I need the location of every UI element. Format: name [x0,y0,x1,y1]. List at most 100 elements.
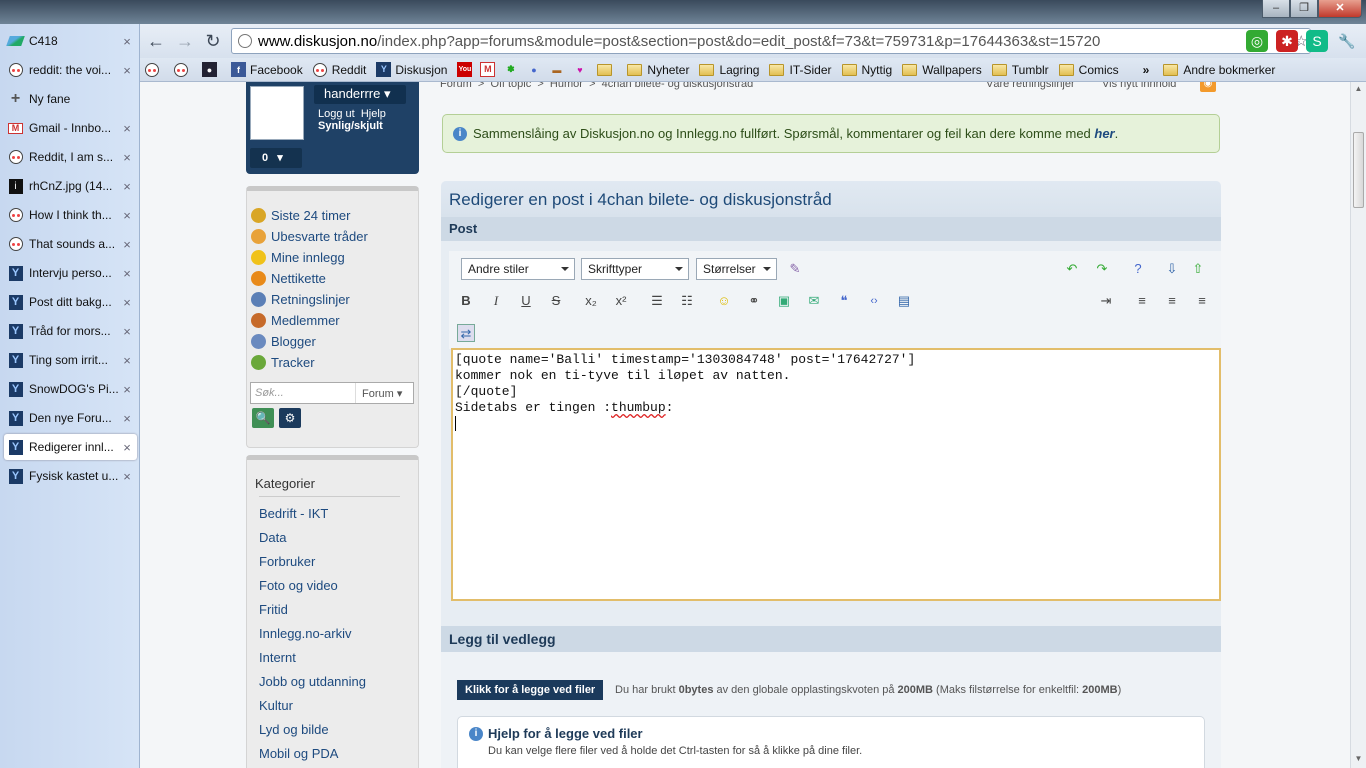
bookmark-burger-icon[interactable]: ▬ [549,62,568,77]
crumb-forum[interactable]: Forum [440,82,472,90]
emoticon-icon[interactable]: ☺ [715,292,733,310]
bookmark-folder-comics[interactable]: Comics [1058,63,1119,77]
bookmark-green-icon[interactable]: ✽ [503,62,522,77]
tab-item[interactable]: Y Ting som irrit... × [4,347,137,373]
close-tab-icon[interactable]: × [121,266,133,281]
attach-files-button[interactable]: Klikk for å legge ved filer [457,680,604,700]
superscript-icon[interactable]: x² [612,292,630,310]
address-bar[interactable]: www.diskusjon.no/index.php?app=forums&mo… [231,28,1311,54]
crumb-off-topic[interactable]: Off topic [490,82,531,90]
category-link[interactable]: Internt [247,650,418,674]
category-link[interactable]: Bedrift - IKT [247,506,418,530]
close-tab-icon[interactable]: × [121,382,133,397]
bookmark-folder-nyttig[interactable]: Nyttig [841,63,892,77]
nav-link[interactable]: Mine innlegg [251,247,418,268]
close-tab-icon[interactable]: × [121,179,133,194]
category-link[interactable]: Innlegg.no-arkiv [247,626,418,650]
notification-count-dropdown[interactable]: 0 ▾ [250,148,302,168]
bookmark-facebook[interactable]: f Facebook [231,62,303,77]
stumbleupon-icon[interactable]: S [1306,30,1328,52]
rss-icon[interactable]: ◉ [1200,82,1216,92]
tab-item[interactable]: Reddit, I am s... × [4,144,137,170]
align-center-icon[interactable]: ≡ [1163,292,1181,310]
bookmark-folder-wallpapers[interactable]: Wallpapers [902,63,982,77]
avatar[interactable] [250,86,304,140]
tab-item[interactable]: reddit: the voi... × [4,57,137,83]
bookmark-blue-icon[interactable]: ● [526,62,545,77]
maximize-button[interactable]: ❐ [1290,0,1318,18]
category-link[interactable]: Mobil og PDA [247,746,418,768]
close-tab-icon[interactable]: × [121,237,133,252]
close-tab-icon[interactable]: × [121,121,133,136]
bold-icon[interactable]: B [457,292,475,310]
redo-icon[interactable]: ↷ [1093,260,1111,278]
new-content-link[interactable]: Vis nytt innhold [1102,82,1176,90]
toggle-editor-icon[interactable]: ⇄ [457,324,475,342]
notice-link[interactable]: her [1094,126,1114,141]
extension-icon-green[interactable]: ◎ [1246,30,1268,52]
close-tab-icon[interactable]: × [121,150,133,165]
nav-link[interactable]: Nettikette [251,268,418,289]
help-link[interactable]: Hjelp [361,108,386,120]
post-textarea[interactable]: [quote name='Balli' timestamp='130308474… [451,348,1221,601]
extension-icon-red[interactable]: ✱ [1276,30,1298,52]
email-icon[interactable]: ✉ [805,292,823,310]
undo-icon[interactable]: ↶ [1063,260,1081,278]
close-tab-icon[interactable]: × [121,353,133,368]
search-scope-select[interactable]: Forum ▾ [355,383,413,403]
tab-item[interactable]: Y Fysisk kastet u... × [4,463,137,489]
bookmark-dark-icon[interactable]: ● [202,62,221,77]
tab-item[interactable]: M Gmail - Innbo... × [4,115,137,141]
link-icon[interactable]: ⚭ [745,292,763,310]
bookmarks-overflow-icon[interactable]: » [1143,63,1150,77]
bookmark-reddit-icon-1[interactable] [144,62,163,77]
bookmark-reddit[interactable]: Reddit [313,62,366,77]
strikethrough-icon[interactable]: S [547,292,565,310]
close-tab-icon[interactable]: × [121,411,133,426]
bookmark-gmail-icon[interactable]: M [480,62,499,77]
search-input[interactable]: Søk... Forum ▾ [250,382,414,404]
username-menu[interactable]: handerrre ▾ [314,85,406,104]
tab-item[interactable]: Y Intervju perso... × [4,260,137,286]
bookmark-folder-tumblr[interactable]: Tumblr [991,63,1049,77]
close-window-button[interactable]: ✕ [1318,0,1362,18]
bookmark-heart-icon[interactable]: ♥ [572,62,591,77]
search-options-button[interactable]: ⚙ [279,408,301,428]
remove-format-icon[interactable]: ✎ [786,260,804,278]
tab-item[interactable]: + Ny fane [4,86,137,112]
quote-icon[interactable]: ❝ [835,292,853,310]
numbered-list-icon[interactable]: ☷ [678,292,696,310]
reload-button[interactable]: ↻ [202,30,224,52]
close-tab-icon[interactable]: × [121,208,133,223]
visibility-toggle-link[interactable]: Synlig/skjult [318,120,383,132]
guidelines-link[interactable]: Våre retningslinjer [986,82,1075,90]
bookmark-youtube-icon[interactable]: You [457,62,476,77]
bookmark-reddit-icon-2[interactable] [173,62,192,77]
back-button[interactable]: ← [145,30,167,52]
code-icon[interactable]: ‹› [865,292,883,310]
scrollbar-thumb[interactable] [1353,132,1364,208]
nav-link[interactable]: Retningslinjer [251,289,418,310]
nav-link[interactable]: Siste 24 timer [251,205,418,226]
export-icon[interactable]: ⇧ [1189,260,1207,278]
nav-link[interactable]: Tracker [251,352,418,373]
media-icon[interactable]: ▤ [895,292,913,310]
tab-item[interactable]: Y SnowDOG's Pi... × [4,376,137,402]
tab-item[interactable]: Y Tråd for mors... × [4,318,137,344]
close-tab-icon[interactable]: × [121,440,133,455]
help-icon[interactable]: ? [1129,260,1147,278]
close-tab-icon[interactable]: × [121,34,133,49]
close-tab-icon[interactable]: × [121,324,133,339]
align-right-icon[interactable]: ≡ [1193,292,1211,310]
minimize-button[interactable]: – [1262,0,1290,18]
image-icon[interactable]: ▣ [775,292,793,310]
category-link[interactable]: Jobb og utdanning [247,674,418,698]
category-link[interactable]: Fritid [247,602,418,626]
crumb-humor[interactable]: Humor [550,82,583,90]
nav-link[interactable]: Blogger [251,331,418,352]
bullet-list-icon[interactable]: ☰ [648,292,666,310]
tab-item[interactable]: Y Post ditt bakg... × [4,289,137,315]
align-left-icon[interactable]: ≡ [1133,292,1151,310]
close-tab-icon[interactable]: × [121,63,133,78]
bookmark-folder-it-sider[interactable]: IT-Sider [769,63,832,77]
